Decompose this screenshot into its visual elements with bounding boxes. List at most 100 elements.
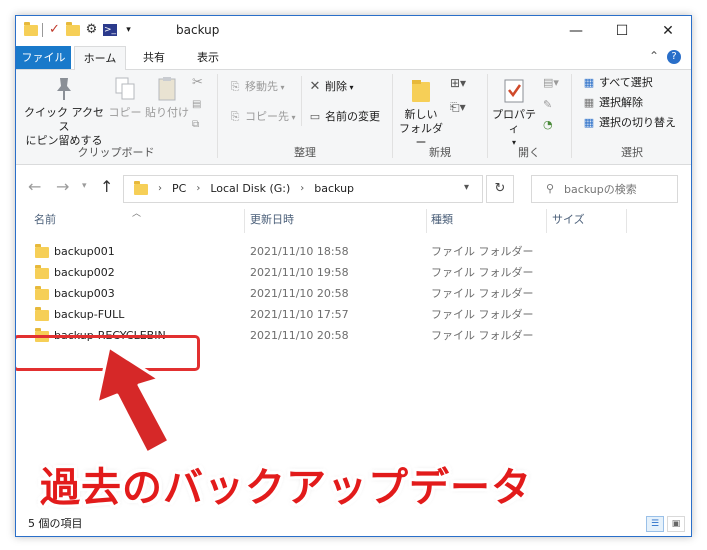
tab-file[interactable]: ファイル bbox=[16, 46, 71, 69]
new-item-icon[interactable]: ⊞▾ bbox=[450, 74, 466, 92]
group-divider bbox=[217, 74, 218, 158]
window-controls: — ☐ ✕ bbox=[553, 16, 691, 46]
forward-arrow-icon[interactable]: → bbox=[56, 177, 69, 196]
select-group-label: 選択 bbox=[621, 146, 643, 159]
file-date: 2021/11/10 17:57 bbox=[250, 308, 349, 321]
terminal-icon[interactable]: >_ bbox=[103, 24, 117, 36]
details-view-icon[interactable]: ☰ bbox=[646, 516, 664, 532]
file-date: 2021/11/10 20:58 bbox=[250, 287, 349, 300]
cut-icon[interactable]: ✂ bbox=[192, 74, 203, 92]
history-icon[interactable]: ◔ bbox=[543, 116, 553, 134]
file-type: ファイル フォルダー bbox=[431, 329, 534, 342]
copy-to-label: コピー先 bbox=[245, 110, 289, 123]
pin-icon bbox=[57, 78, 71, 100]
column-divider[interactable] bbox=[426, 209, 427, 233]
folder-icon bbox=[134, 181, 148, 195]
search-box[interactable]: ⚲ bbox=[531, 175, 678, 203]
paste-button[interactable]: 貼り付け bbox=[144, 76, 190, 120]
folder-icon bbox=[35, 307, 49, 321]
folder-icon bbox=[35, 244, 49, 258]
organize-group: ⎘ 移動先 ▾ ⎘ コピー先 ▾ ✕ 削除 ▾ ▭ 名前の変更 整理 bbox=[219, 70, 391, 164]
search-input[interactable] bbox=[562, 180, 671, 198]
column-header-date[interactable]: 更新日時 bbox=[250, 206, 294, 234]
properties-icon[interactable]: ✓ bbox=[47, 22, 62, 38]
properties-button[interactable]: プロパティ ▾ bbox=[489, 78, 539, 150]
delete-button[interactable]: ✕ 削除 ▾ bbox=[307, 78, 354, 97]
properties-label: プロパティ bbox=[492, 108, 536, 135]
group-divider bbox=[487, 74, 488, 158]
new-folder-icon bbox=[412, 80, 430, 102]
minimize-button[interactable]: — bbox=[553, 16, 599, 46]
item-count: 5 個の項目 bbox=[28, 517, 83, 530]
column-divider[interactable] bbox=[546, 209, 547, 233]
qat-dropdown-icon[interactable]: ▾ bbox=[121, 22, 136, 38]
new-group: 新しい フォルダー ⊞▾ ⎗▾ 新規 bbox=[394, 70, 486, 164]
breadcrumb-item[interactable]: backup bbox=[314, 182, 354, 195]
select-none-button[interactable]: ▦ 選択解除 bbox=[581, 94, 643, 112]
organize-divider bbox=[301, 76, 302, 126]
column-header-size[interactable]: サイズ bbox=[552, 206, 585, 234]
pin-label-line1: クイック アクセス bbox=[24, 106, 104, 133]
column-divider[interactable] bbox=[626, 209, 627, 233]
select-all-label: すべて選択 bbox=[599, 76, 653, 89]
paste-shortcut-icon[interactable]: ⧉ bbox=[192, 116, 199, 134]
move-to-button[interactable]: ⎘ 移動先 ▾ bbox=[227, 78, 285, 97]
group-divider bbox=[571, 74, 572, 158]
large-icons-view-icon[interactable]: ▣ bbox=[667, 516, 685, 532]
select-none-icon: ▦ bbox=[583, 96, 595, 109]
refresh-button[interactable]: ↻ bbox=[486, 175, 514, 203]
file-type: ファイル フォルダー bbox=[431, 287, 534, 300]
file-date: 2021/11/10 19:58 bbox=[250, 266, 349, 279]
file-name: backup003 bbox=[54, 287, 115, 300]
select-group: ▦ すべて選択 ▦ 選択解除 ▦ 選択の切り替え 選択 bbox=[573, 70, 691, 164]
file-name: backup001 bbox=[54, 245, 115, 258]
close-button[interactable]: ✕ bbox=[645, 16, 691, 46]
file-type: ファイル フォルダー bbox=[431, 245, 534, 258]
breadcrumb-chevron-icon[interactable]: › bbox=[300, 183, 304, 194]
file-row[interactable]: backup003 2021/11/10 20:58 ファイル フォルダー bbox=[16, 283, 691, 304]
maximize-button[interactable]: ☐ bbox=[599, 16, 645, 46]
column-divider[interactable] bbox=[244, 209, 245, 233]
help-icon[interactable]: ? bbox=[667, 50, 681, 64]
easy-access-icon[interactable]: ⎗▾ bbox=[450, 98, 466, 116]
tab-view[interactable]: 表示 bbox=[186, 46, 230, 69]
copy-button[interactable]: コピー bbox=[108, 76, 142, 120]
copy-to-button[interactable]: ⎘ コピー先 ▾ bbox=[227, 108, 296, 127]
invert-selection-button[interactable]: ▦ 選択の切り替え bbox=[581, 114, 676, 132]
breadcrumb-item[interactable]: Local Disk (G:) bbox=[210, 182, 290, 195]
back-arrow-icon[interactable]: ← bbox=[28, 177, 41, 196]
new-folder-icon[interactable] bbox=[66, 21, 80, 36]
file-row[interactable]: backup001 2021/11/10 18:58 ファイル フォルダー bbox=[16, 241, 691, 262]
tab-share[interactable]: 共有 bbox=[134, 46, 174, 69]
clipboard-group: クイック アクセス にピン留めする コピー 貼り付け ✂ ▤ ⧉ クリップボード bbox=[16, 70, 216, 164]
new-folder-button[interactable]: 新しい フォルダー bbox=[396, 78, 446, 150]
tab-home[interactable]: ホーム bbox=[74, 46, 126, 70]
file-row[interactable]: backup002 2021/11/10 19:58 ファイル フォルダー bbox=[16, 262, 691, 283]
clipboard-group-label: クリップボード bbox=[77, 146, 155, 159]
search-icon: ⚲ bbox=[546, 182, 555, 195]
qat-separator bbox=[42, 23, 43, 37]
copy-path-icon[interactable]: ▤ bbox=[192, 96, 201, 114]
copy-label: コピー bbox=[108, 106, 142, 119]
edit-icon[interactable]: ✎ bbox=[543, 96, 552, 114]
select-all-button[interactable]: ▦ すべて選択 bbox=[581, 74, 653, 92]
collapse-ribbon-icon[interactable]: ⌃ bbox=[649, 49, 659, 63]
address-bar[interactable]: › PC › Local Disk (G:) › backup ▾ bbox=[123, 175, 483, 203]
up-arrow-icon[interactable]: ↑ bbox=[100, 177, 113, 196]
breadcrumb-chevron-icon[interactable]: › bbox=[158, 183, 162, 194]
column-header-name[interactable]: 名前 bbox=[34, 206, 56, 234]
gear-icon[interactable]: ⚙ bbox=[84, 22, 99, 38]
view-toggle: ☰ ▣ bbox=[646, 516, 685, 532]
file-row[interactable]: backup-FULL 2021/11/10 17:57 ファイル フォルダー bbox=[16, 304, 691, 325]
pin-quick-access-button[interactable]: クイック アクセス にピン留めする bbox=[22, 76, 106, 148]
recent-locations-icon[interactable]: ▾ bbox=[82, 181, 87, 191]
column-header-type[interactable]: 種類 bbox=[431, 206, 453, 234]
breadcrumb-chevron-icon[interactable]: › bbox=[196, 183, 200, 194]
rename-button[interactable]: ▭ 名前の変更 bbox=[307, 108, 380, 126]
breadcrumb-item[interactable]: PC bbox=[172, 182, 186, 195]
address-dropdown-icon[interactable]: ▾ bbox=[464, 182, 469, 193]
open-icon[interactable]: ▤▾ bbox=[543, 74, 559, 92]
file-type: ファイル フォルダー bbox=[431, 266, 534, 279]
move-to-label: 移動先 bbox=[245, 80, 278, 93]
quick-access-toolbar: ✓ ⚙ >_ ▾ bbox=[24, 21, 136, 38]
